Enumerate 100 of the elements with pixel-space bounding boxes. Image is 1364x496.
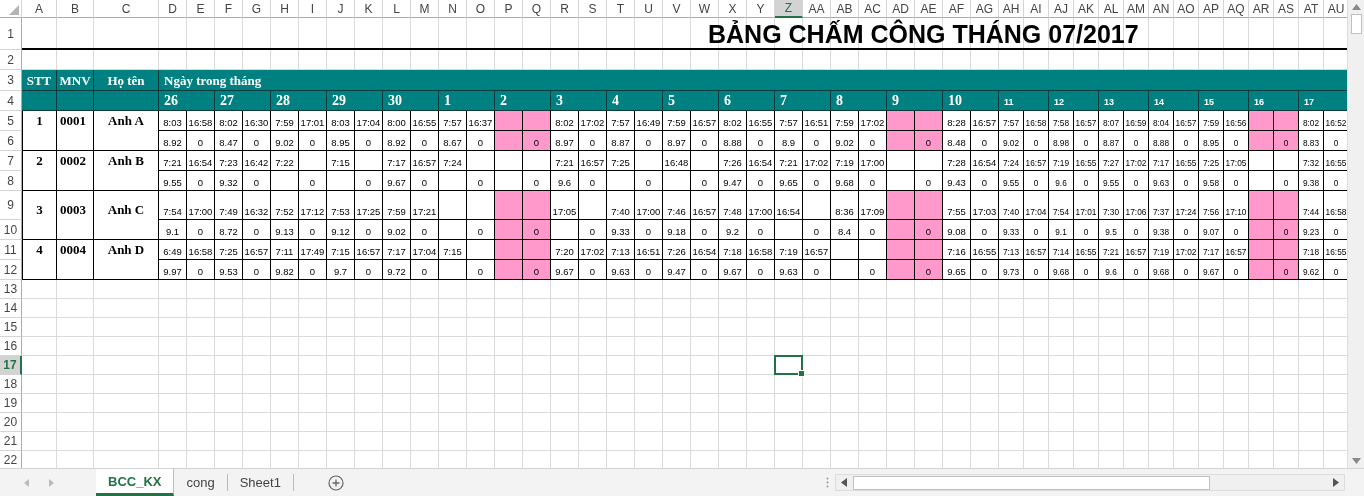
row-header[interactable]: 4	[0, 91, 22, 111]
scrollbar-thumb[interactable]	[853, 475, 1210, 490]
row-header[interactable]: 5	[0, 111, 22, 131]
active-cell[interactable]	[774, 355, 803, 375]
row-header[interactable]: 8	[0, 171, 22, 191]
column-header[interactable]: AL	[1099, 0, 1124, 18]
table-cell: 7:20	[551, 240, 579, 260]
table-cell: 9.6	[551, 171, 579, 191]
column-header[interactable]: AT	[1299, 0, 1324, 18]
row-header[interactable]: 6	[0, 131, 22, 151]
column-header[interactable]: P	[495, 0, 523, 18]
column-header[interactable]: AE	[915, 0, 943, 18]
splitter-icon[interactable]	[826, 477, 829, 488]
sheet-tab[interactable]: BCC_KX	[96, 469, 175, 496]
table-cell: 0	[1274, 260, 1299, 280]
table-cell: 9.02	[999, 131, 1024, 151]
row-header[interactable]: 13	[0, 280, 22, 299]
column-header[interactable]: AH	[999, 0, 1024, 18]
table-cell: 16:57	[411, 151, 439, 171]
table-cell: 8:07	[1099, 111, 1124, 131]
sheet-tab[interactable]: Sheet1	[227, 474, 294, 491]
column-header[interactable]: AA	[803, 0, 831, 18]
row-header[interactable]: 3	[0, 70, 22, 91]
row-header[interactable]: 18	[0, 375, 22, 394]
row-header[interactable]: 7	[0, 151, 22, 171]
column-header[interactable]: AF	[943, 0, 971, 18]
column-header[interactable]: U	[635, 0, 663, 18]
row-header[interactable]: 15	[0, 318, 22, 337]
table-cell: 7:49	[215, 191, 243, 220]
scroll-right-icon[interactable]	[1333, 478, 1339, 487]
column-header[interactable]: Y	[747, 0, 775, 18]
column-header[interactable]: G	[243, 0, 271, 18]
column-header[interactable]: AQ	[1224, 0, 1249, 18]
day-heading: 14	[1149, 91, 1199, 111]
row-header[interactable]: 19	[0, 394, 22, 413]
row-header[interactable]: 9	[0, 191, 22, 220]
column-header[interactable]: AP	[1199, 0, 1224, 18]
column-header[interactable]: K	[355, 0, 383, 18]
column-header[interactable]: AK	[1074, 0, 1099, 18]
column-header[interactable]: AJ	[1049, 0, 1074, 18]
vertical-scrollbar[interactable]	[1347, 0, 1364, 468]
column-header[interactable]: N	[439, 0, 467, 18]
column-header[interactable]: X	[719, 0, 747, 18]
row-header[interactable]: 1	[0, 18, 22, 50]
column-header[interactable]: R	[551, 0, 579, 18]
horizontal-scrollbar[interactable]	[835, 474, 1345, 491]
table-cell: 8:02	[1299, 111, 1324, 131]
column-header[interactable]: Q	[523, 0, 551, 18]
table-cell: 17:02	[859, 111, 887, 131]
add-sheet-icon[interactable]	[327, 474, 344, 491]
column-header[interactable]: I	[299, 0, 327, 18]
column-header[interactable]: AD	[887, 0, 915, 18]
scroll-down-icon[interactable]	[1351, 458, 1361, 464]
column-header[interactable]: Z	[775, 0, 803, 18]
select-all-icon[interactable]	[9, 5, 19, 15]
column-header[interactable]: F	[215, 0, 243, 18]
scroll-up-icon[interactable]	[1351, 4, 1361, 10]
column-header[interactable]: AS	[1274, 0, 1299, 18]
column-header[interactable]: H	[271, 0, 299, 18]
column-header[interactable]: AR	[1249, 0, 1274, 18]
table-cell: 7:40	[607, 191, 635, 220]
column-heading: MNV	[57, 70, 94, 91]
column-header[interactable]: L	[383, 0, 411, 18]
row-header[interactable]: 17	[0, 356, 22, 375]
column-header[interactable]: A	[22, 0, 57, 18]
sheet-tab[interactable]: cong	[174, 474, 228, 491]
column-header[interactable]: E	[187, 0, 215, 18]
row-header[interactable]: 21	[0, 432, 22, 451]
row-header[interactable]: 16	[0, 337, 22, 356]
previous-sheet-icon[interactable]	[24, 478, 29, 487]
table-cell: 16:54	[747, 151, 775, 171]
column-header[interactable]: AM	[1124, 0, 1149, 18]
scroll-left-icon[interactable]	[841, 478, 847, 487]
row-header[interactable]: 14	[0, 299, 22, 318]
column-header[interactable]: S	[579, 0, 607, 18]
column-header[interactable]: J	[327, 0, 355, 18]
column-header[interactable]: B	[57, 0, 94, 18]
column-header[interactable]: T	[607, 0, 635, 18]
column-header[interactable]: AC	[859, 0, 887, 18]
column-header[interactable]: AB	[831, 0, 859, 18]
column-header[interactable]: AN	[1149, 0, 1174, 18]
row-header[interactable]: 2	[0, 50, 22, 70]
column-header[interactable]: M	[411, 0, 439, 18]
column-header[interactable]: C	[94, 0, 159, 18]
row-header[interactable]: 11	[0, 240, 22, 260]
row-header[interactable]: 20	[0, 413, 22, 432]
column-header[interactable]: W	[691, 0, 719, 18]
row-header[interactable]: 10	[0, 220, 22, 240]
column-header[interactable]: V	[663, 0, 691, 18]
row-header[interactable]: 12	[0, 260, 22, 280]
next-sheet-icon[interactable]	[49, 478, 54, 487]
column-header[interactable]: D	[159, 0, 187, 18]
column-header[interactable]: AO	[1174, 0, 1199, 18]
table-cell: 17:02	[803, 151, 831, 171]
table-cell: 0	[1074, 260, 1099, 280]
table-cell: 16:51	[635, 240, 663, 260]
scrollbar-thumb[interactable]	[1350, 14, 1362, 34]
column-header[interactable]: O	[467, 0, 495, 18]
column-header[interactable]: AI	[1024, 0, 1049, 18]
column-header[interactable]: AG	[971, 0, 999, 18]
